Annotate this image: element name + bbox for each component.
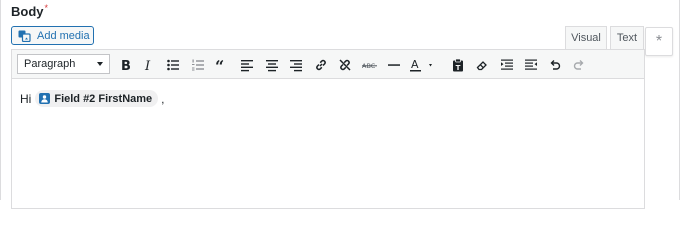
strikethrough-icon: ABC xyxy=(362,62,377,70)
add-media-button[interactable]: Add media xyxy=(11,26,94,45)
svg-text:I: I xyxy=(144,59,151,72)
merge-tag[interactable]: Field #2 FirstName xyxy=(35,90,159,107)
align-center-button[interactable] xyxy=(262,54,282,75)
tab-text[interactable]: Text xyxy=(610,26,644,49)
svg-text:A: A xyxy=(411,58,419,71)
outdent-button[interactable] xyxy=(521,54,541,75)
horizontal-line-button[interactable] xyxy=(384,54,404,75)
align-center-icon xyxy=(266,59,278,71)
editor-toolbar: Paragraph B I “ ABC A T xyxy=(12,50,644,79)
side-toggle-button[interactable]: * xyxy=(645,27,673,56)
redo-button[interactable] xyxy=(569,54,589,75)
remove-link-button[interactable] xyxy=(335,54,355,75)
field-label-text: Body xyxy=(11,4,44,19)
side-marker: * xyxy=(655,32,663,50)
clear-formatting-button[interactable] xyxy=(472,54,492,75)
blockquote-icon: “ xyxy=(215,58,224,72)
svg-text:T: T xyxy=(456,64,461,72)
blockquote-button[interactable]: “ xyxy=(212,54,232,75)
user-icon xyxy=(39,93,51,104)
chevron-down-icon xyxy=(97,62,103,66)
align-left-icon xyxy=(241,59,253,71)
align-right-icon xyxy=(290,59,302,71)
italic-icon: I xyxy=(144,59,151,72)
remove-link-icon xyxy=(339,58,351,71)
outdent-icon xyxy=(525,59,537,70)
italic-button[interactable]: I xyxy=(138,54,158,75)
align-right-button[interactable] xyxy=(286,54,306,75)
trailing-text: , xyxy=(161,91,165,106)
align-left-button[interactable] xyxy=(237,54,257,75)
text-color-button[interactable]: A xyxy=(408,54,436,75)
tab-visual[interactable]: Visual xyxy=(565,26,607,49)
bulleted-list-icon xyxy=(167,59,179,70)
tab-visual-label: Visual xyxy=(571,32,601,44)
clear-formatting-icon xyxy=(476,60,487,70)
merge-tag-label: Field #2 FirstName xyxy=(54,92,153,105)
greeting-text: Hi xyxy=(20,91,32,106)
format-select[interactable]: Paragraph xyxy=(17,54,110,74)
redo-icon xyxy=(573,59,584,70)
insert-link-icon xyxy=(316,59,326,70)
editor-content[interactable]: Hi Field #2 FirstName , xyxy=(20,90,165,107)
horizontal-line-icon xyxy=(388,63,400,66)
insert-link-button[interactable] xyxy=(311,54,331,75)
bold-button[interactable]: B xyxy=(115,54,135,75)
strikethrough-button[interactable]: ABC xyxy=(360,54,380,75)
format-select-value: Paragraph xyxy=(24,58,76,70)
rich-text-editor: Paragraph B I “ ABC A T Hi Field #2 Firs… xyxy=(11,49,645,209)
bold-icon: B xyxy=(121,59,131,72)
bulleted-list-button[interactable] xyxy=(163,54,183,75)
svg-text:B: B xyxy=(121,59,131,72)
paste-as-text-button[interactable]: T xyxy=(448,54,468,75)
paste-as-text-icon: T xyxy=(453,58,463,72)
media-icon xyxy=(18,30,31,42)
undo-icon xyxy=(550,59,561,70)
indent-button[interactable] xyxy=(497,54,517,75)
indent-icon xyxy=(501,59,513,70)
svg-text:“: “ xyxy=(215,58,224,72)
field-label: Body* xyxy=(11,3,49,19)
undo-button[interactable] xyxy=(545,54,565,75)
required-marker: * xyxy=(44,3,49,13)
numbered-list-button[interactable] xyxy=(188,54,208,75)
numbered-list-icon xyxy=(192,59,204,70)
add-media-label: Add media xyxy=(37,29,90,42)
tab-text-label: Text xyxy=(616,32,638,44)
text-color-icon: A xyxy=(410,58,432,71)
